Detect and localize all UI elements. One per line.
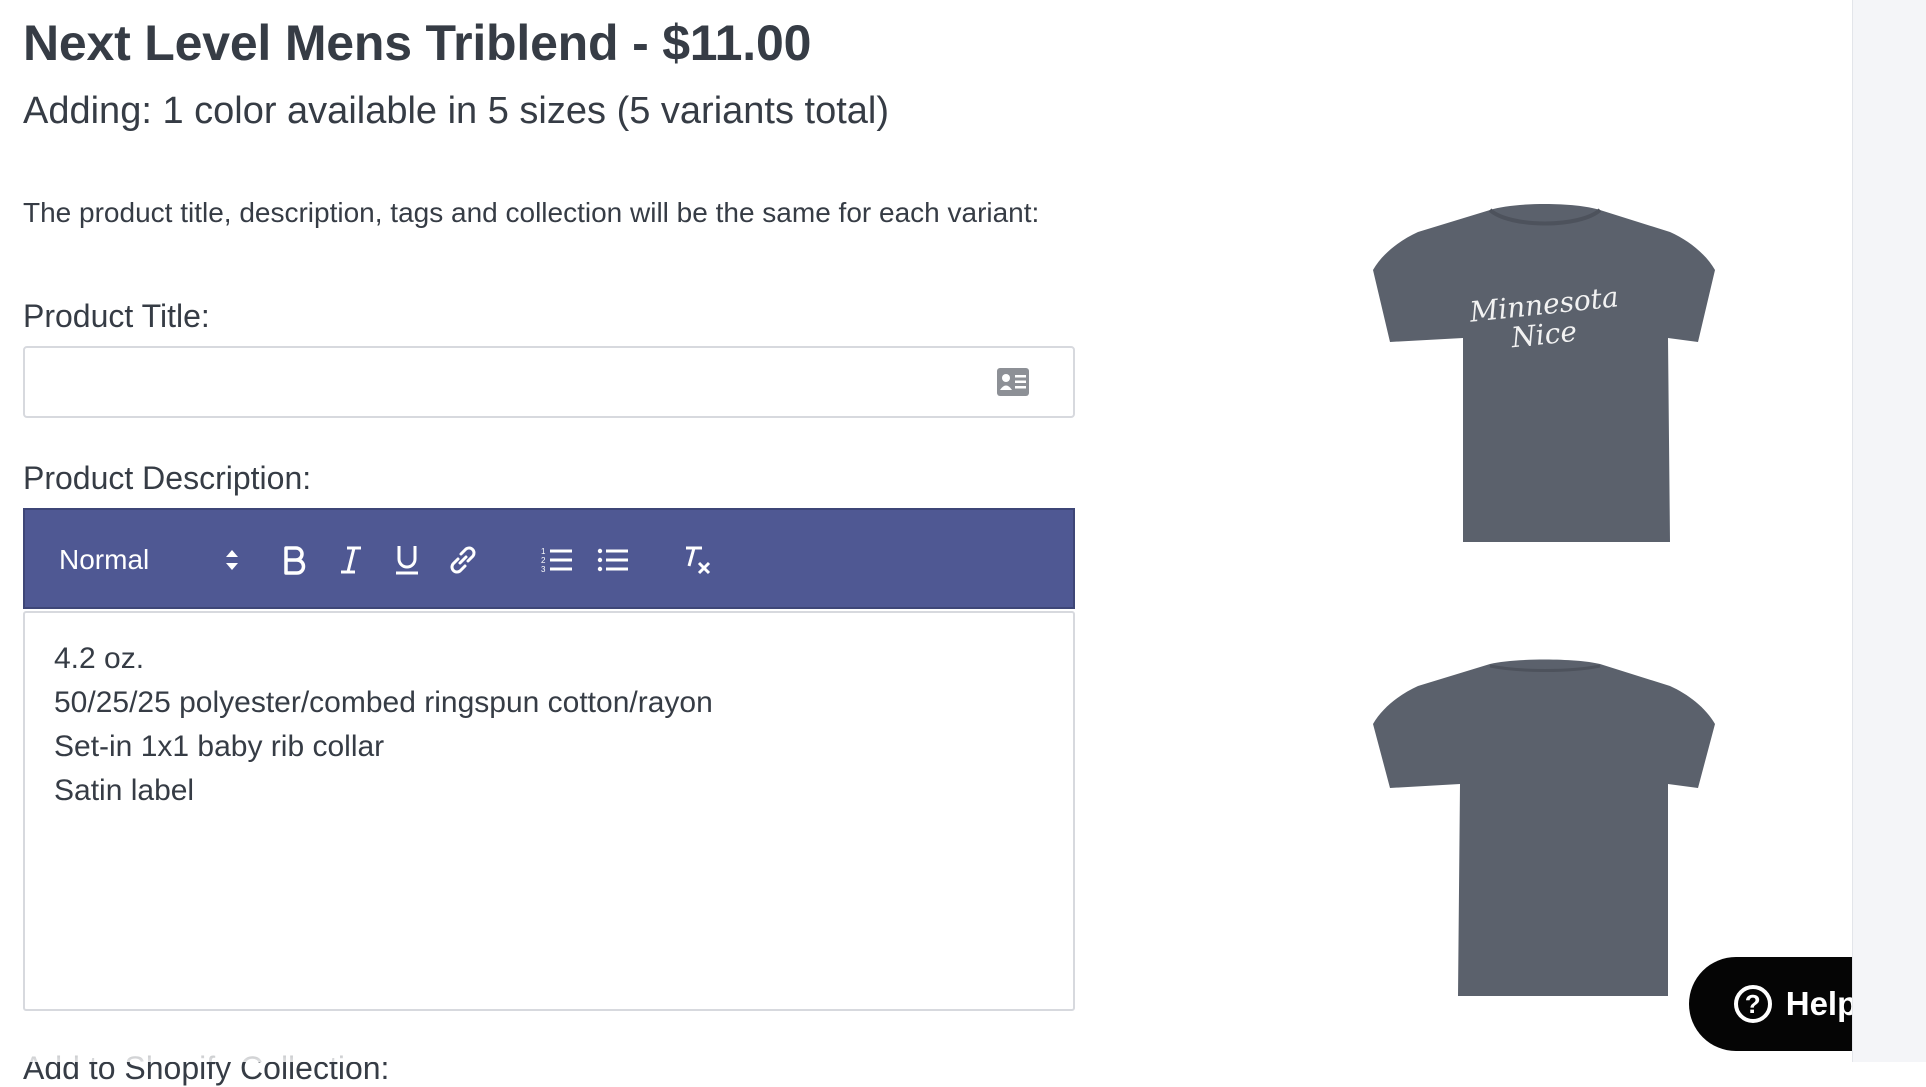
underline-icon [396,546,418,575]
sort-arrows-icon [226,550,238,570]
format-select-value: Normal [59,544,150,575]
svg-text:3: 3 [541,565,546,574]
description-line: Satin label [54,774,195,807]
shirt-back-image [1373,659,1715,996]
italic-button[interactable] [329,538,373,582]
svg-text:2: 2 [541,556,546,565]
product-description-label: Product Description: [23,460,312,496]
clear-format-icon [686,546,711,575]
main-content: Next Level Mens Triblend - $11.00 Adding… [0,0,1902,1086]
description-line: Set-in 1x1 baby rib collar [54,730,385,763]
editor-toolbar: Normal 1 2 3 [23,508,1075,609]
ordered-list-icon: 1 2 3 [541,547,572,574]
description-line: 4.2 oz. [54,642,145,675]
description-editor[interactable]: 4.2 oz. 50/25/25 polyester/combed ringsp… [23,611,1075,1011]
description-line: 50/25/25 polyester/combed ringspun cotto… [54,686,713,719]
link-button[interactable] [441,538,485,582]
product-title-field [23,346,1075,418]
page-title: Next Level Mens Triblend - $11.00 [23,15,812,71]
svg-text:1: 1 [541,547,546,556]
underline-button[interactable] [385,538,429,582]
variant-summary: Adding: 1 color available in 5 sizes (5 … [23,90,890,132]
contact-card-icon[interactable] [997,368,1029,396]
bullet-list-icon [597,548,628,572]
ordered-list-button[interactable]: 1 2 3 [535,538,579,582]
collection-label: Add to Shopify Collection: [23,1050,390,1086]
format-select[interactable]: Normal [59,540,239,580]
italic-icon [341,546,361,574]
clear-format-button[interactable] [675,538,719,582]
help-label: Help [1785,985,1858,1022]
bullet-list-button[interactable] [591,538,635,582]
side-rail [1852,0,1926,1062]
product-title-input[interactable] [25,348,1073,416]
intro-text: The product title, description, tags and… [23,197,1040,228]
question-icon: ? [1733,985,1772,1023]
bold-icon [284,546,306,575]
product-title-label: Product Title: [23,298,210,334]
shirt-print-line-2: Nice [1509,315,1579,355]
bold-button[interactable] [273,538,317,582]
link-icon [450,546,476,574]
shirt-front-image: Minnesota Nice [1373,204,1715,542]
